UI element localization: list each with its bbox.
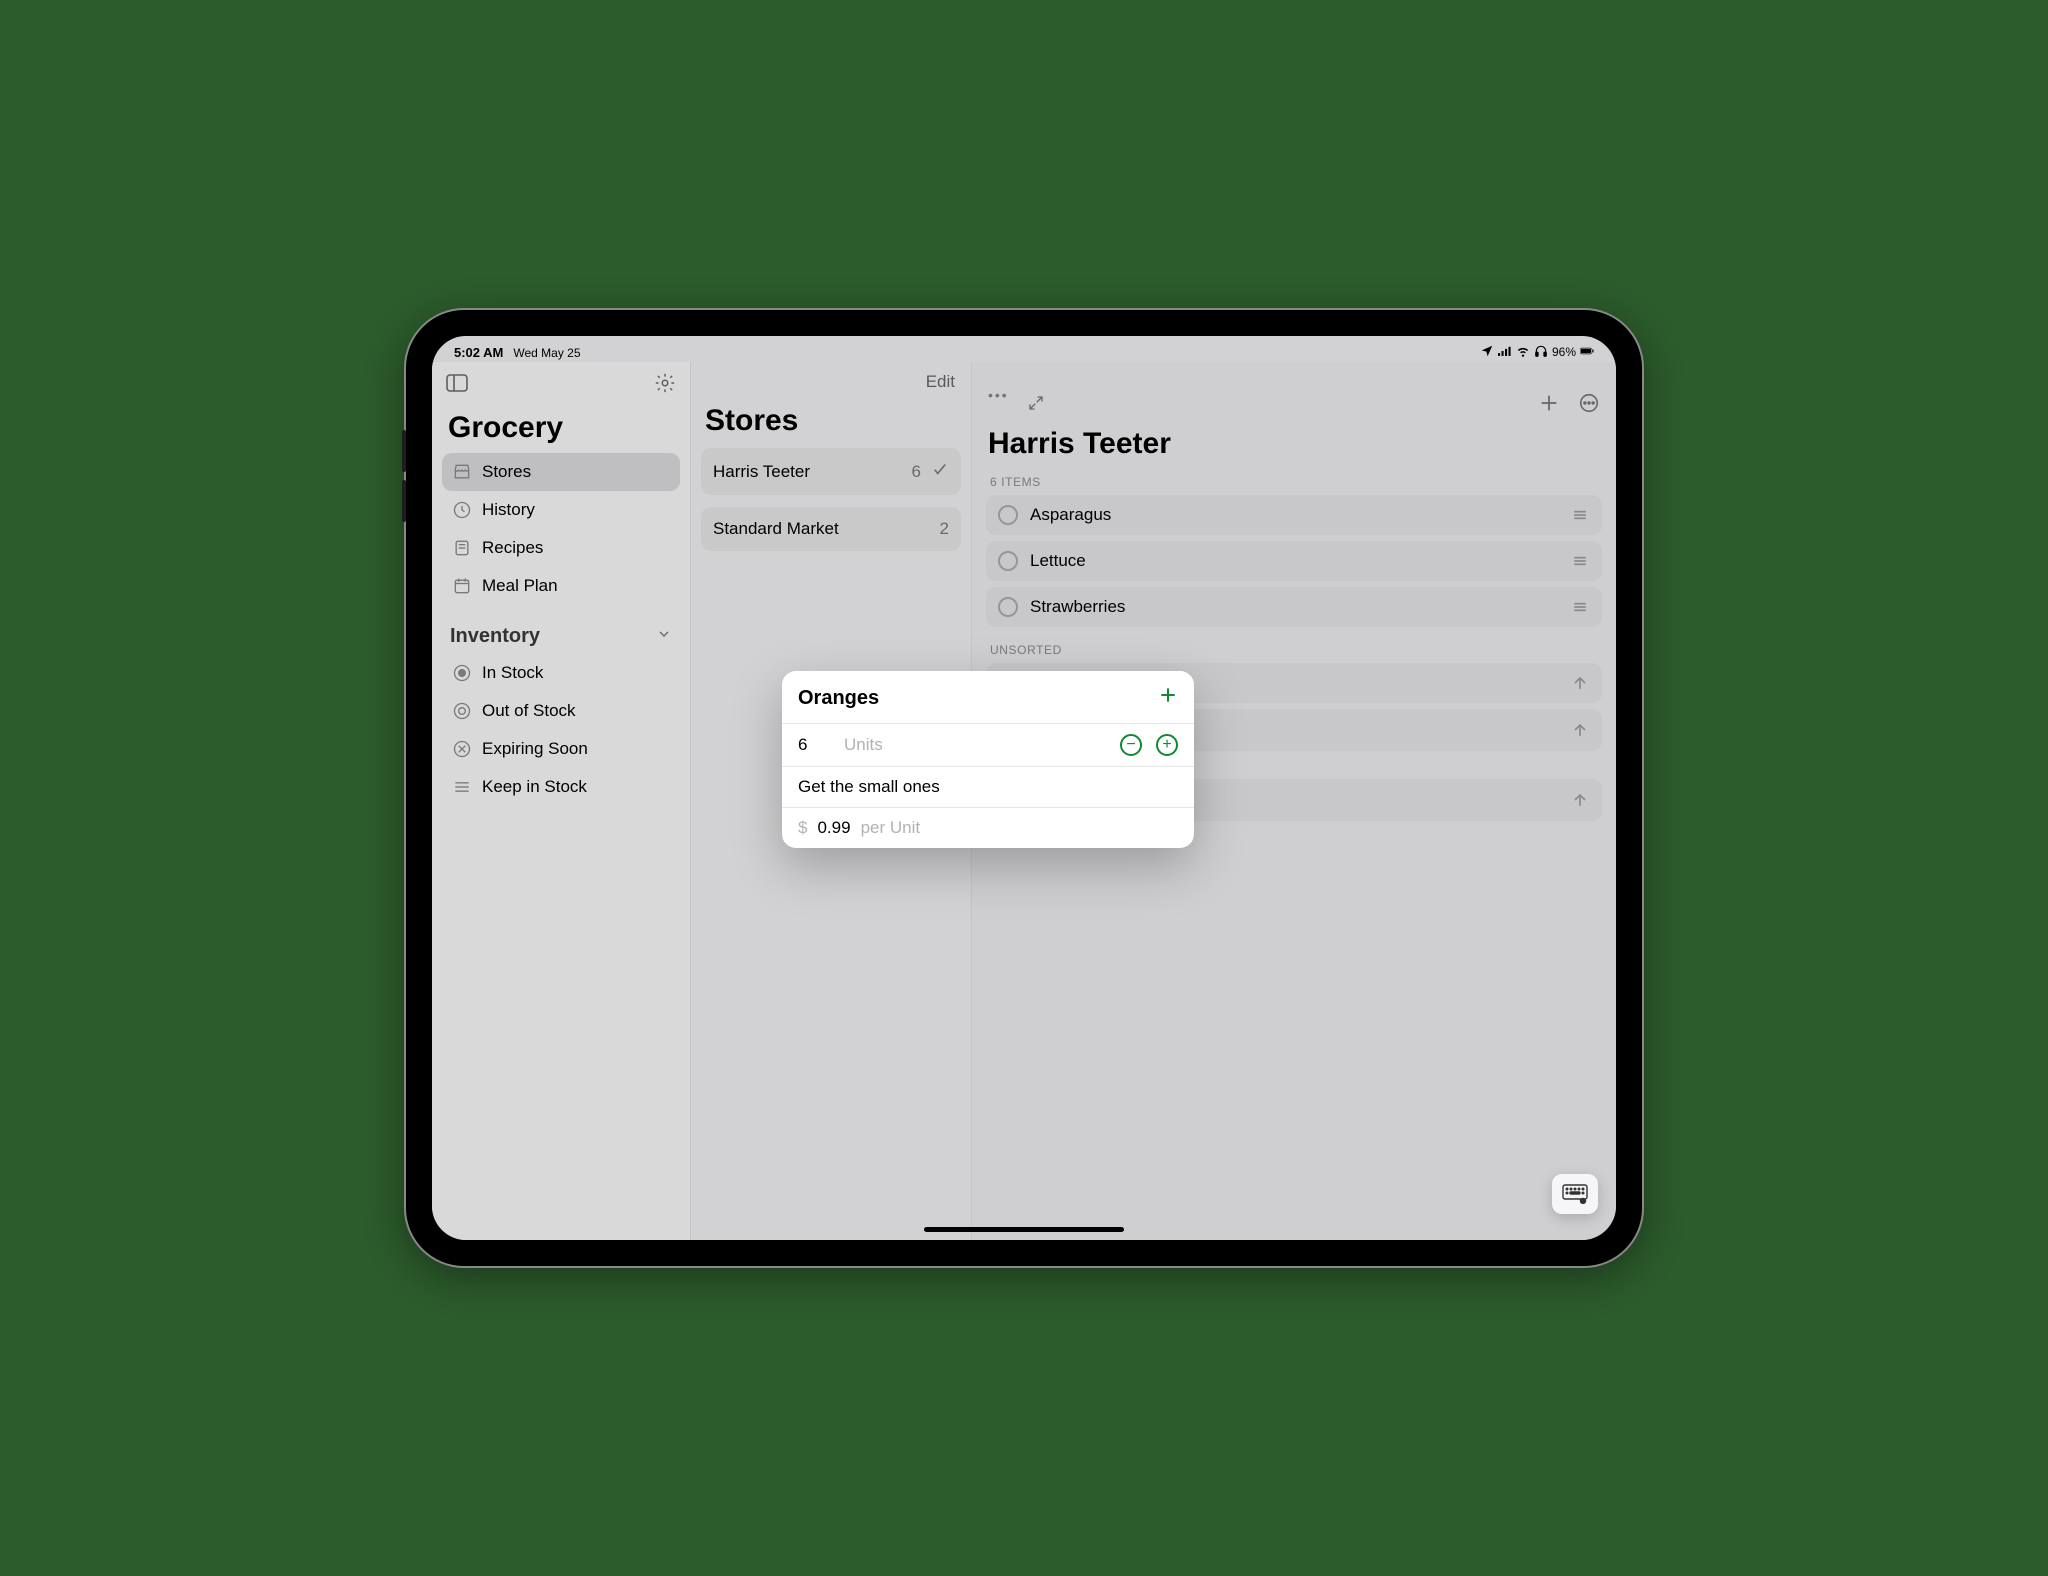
quantity-value[interactable]: 6 bbox=[798, 735, 834, 755]
quantity-decrement-button[interactable]: − bbox=[1120, 734, 1142, 756]
sidebar-item-label: History bbox=[482, 500, 535, 520]
drag-handle-icon[interactable] bbox=[1570, 551, 1590, 571]
sidebar-item-label: Recipes bbox=[482, 538, 543, 558]
headphones-icon bbox=[1534, 344, 1548, 361]
store-count: 6 bbox=[912, 462, 921, 482]
screen: 5:02 AM Wed May 25 96% Grocery bbox=[432, 336, 1616, 1240]
item-editor-popover: Oranges 6 Units − + Get the small ones $… bbox=[782, 671, 1194, 848]
sidebar-title: Grocery bbox=[442, 411, 680, 453]
inventory-section-header[interactable]: Inventory bbox=[442, 605, 680, 654]
sidebar-item-in-stock[interactable]: In Stock bbox=[442, 654, 680, 692]
detail-title: Harris Teeter bbox=[986, 427, 1602, 465]
status-right: 96% bbox=[1480, 344, 1594, 361]
cellular-icon bbox=[1498, 344, 1512, 361]
home-indicator[interactable] bbox=[924, 1227, 1124, 1232]
item-name: Strawberries bbox=[1030, 597, 1125, 617]
stores-title: Stores bbox=[701, 404, 961, 448]
ipad-frame: 5:02 AM Wed May 25 96% Grocery bbox=[406, 310, 1642, 1266]
store-cell-harris-teeter[interactable]: Harris Teeter 6 bbox=[701, 448, 961, 495]
item-row[interactable]: Asparagus bbox=[986, 495, 1602, 535]
price-amount[interactable]: 0.99 bbox=[817, 818, 850, 838]
calendar-icon bbox=[452, 576, 472, 596]
sidebar-item-stores[interactable]: Stores bbox=[442, 453, 680, 491]
price-currency: $ bbox=[798, 818, 807, 838]
store-count: 2 bbox=[940, 519, 949, 539]
item-row[interactable]: Lettuce bbox=[986, 541, 1602, 581]
add-item-button[interactable] bbox=[1538, 392, 1560, 419]
item-name: Lettuce bbox=[1030, 551, 1086, 571]
drag-handle-icon[interactable] bbox=[1570, 505, 1590, 525]
item-row[interactable]: Strawberries bbox=[986, 587, 1602, 627]
sidebar-item-label: Expiring Soon bbox=[482, 739, 588, 759]
recipe-icon bbox=[452, 538, 472, 558]
sidebar-item-keep-in-stock[interactable]: Keep in Stock bbox=[442, 768, 680, 806]
sort-up-icon[interactable] bbox=[1570, 790, 1590, 810]
sidebar-toggle-icon[interactable] bbox=[446, 374, 468, 397]
keyboard-button[interactable] bbox=[1552, 1174, 1598, 1214]
checkmark-icon bbox=[931, 460, 949, 483]
sort-up-icon[interactable] bbox=[1570, 720, 1590, 740]
sidebar-item-meal-plan[interactable]: Meal Plan bbox=[442, 567, 680, 605]
item-check-circle[interactable] bbox=[998, 597, 1018, 617]
item-check-circle[interactable] bbox=[998, 551, 1018, 571]
battery-percent: 96% bbox=[1552, 345, 1576, 359]
sidebar-item-expiring-soon[interactable]: Expiring Soon bbox=[442, 730, 680, 768]
battery-icon bbox=[1580, 344, 1594, 361]
store-name: Harris Teeter bbox=[713, 462, 810, 482]
item-note-field[interactable]: Get the small ones bbox=[798, 777, 940, 797]
item-check-circle[interactable] bbox=[998, 505, 1018, 525]
store-cell-standard-market[interactable]: Standard Market 2 bbox=[701, 507, 961, 551]
storefront-icon bbox=[452, 462, 472, 482]
expiring-icon bbox=[452, 739, 472, 759]
in-stock-icon bbox=[452, 663, 472, 683]
status-bar: 5:02 AM Wed May 25 96% bbox=[432, 338, 1616, 366]
chevron-down-icon bbox=[656, 625, 672, 648]
clock-icon bbox=[452, 500, 472, 520]
units-placeholder[interactable]: Units bbox=[844, 735, 883, 755]
edit-button[interactable]: Edit bbox=[926, 372, 955, 392]
sidebar-item-history[interactable]: History bbox=[442, 491, 680, 529]
unsorted-label: UNSORTED bbox=[986, 633, 1602, 663]
item-name: Asparagus bbox=[1030, 505, 1111, 525]
window-dots-icon[interactable]: ••• bbox=[988, 387, 1009, 403]
expand-icon[interactable] bbox=[1027, 394, 1045, 417]
sort-up-icon[interactable] bbox=[1570, 673, 1590, 693]
store-name: Standard Market bbox=[713, 519, 839, 539]
inventory-header-label: Inventory bbox=[450, 625, 540, 648]
status-time: 5:02 AM bbox=[454, 345, 503, 360]
status-date: Wed May 25 bbox=[513, 346, 580, 360]
wifi-icon bbox=[1516, 344, 1530, 361]
item-count-label: 6 ITEMS bbox=[986, 465, 1602, 495]
location-icon bbox=[1480, 344, 1494, 361]
sidebar-item-recipes[interactable]: Recipes bbox=[442, 529, 680, 567]
sidebar-item-out-of-stock[interactable]: Out of Stock bbox=[442, 692, 680, 730]
sidebar-item-label: Meal Plan bbox=[482, 576, 558, 596]
more-menu-button[interactable] bbox=[1578, 392, 1600, 419]
quantity-increment-button[interactable]: + bbox=[1156, 734, 1178, 756]
sidebar: Grocery Stores History Recipes Meal Plan bbox=[432, 362, 690, 1240]
sidebar-item-label: Out of Stock bbox=[482, 701, 576, 721]
popover-item-name[interactable]: Oranges bbox=[798, 687, 879, 710]
out-of-stock-icon bbox=[452, 701, 472, 721]
sidebar-item-label: In Stock bbox=[482, 663, 543, 683]
settings-gear-icon[interactable] bbox=[654, 372, 676, 399]
volume-up-button[interactable] bbox=[402, 430, 406, 472]
sidebar-item-label: Keep in Stock bbox=[482, 777, 587, 797]
volume-down-button[interactable] bbox=[402, 480, 406, 522]
keep-in-stock-icon bbox=[452, 777, 472, 797]
popover-add-icon[interactable] bbox=[1158, 685, 1178, 711]
drag-handle-icon[interactable] bbox=[1570, 597, 1590, 617]
price-per-label: per Unit bbox=[861, 818, 921, 838]
sidebar-item-label: Stores bbox=[482, 462, 531, 482]
